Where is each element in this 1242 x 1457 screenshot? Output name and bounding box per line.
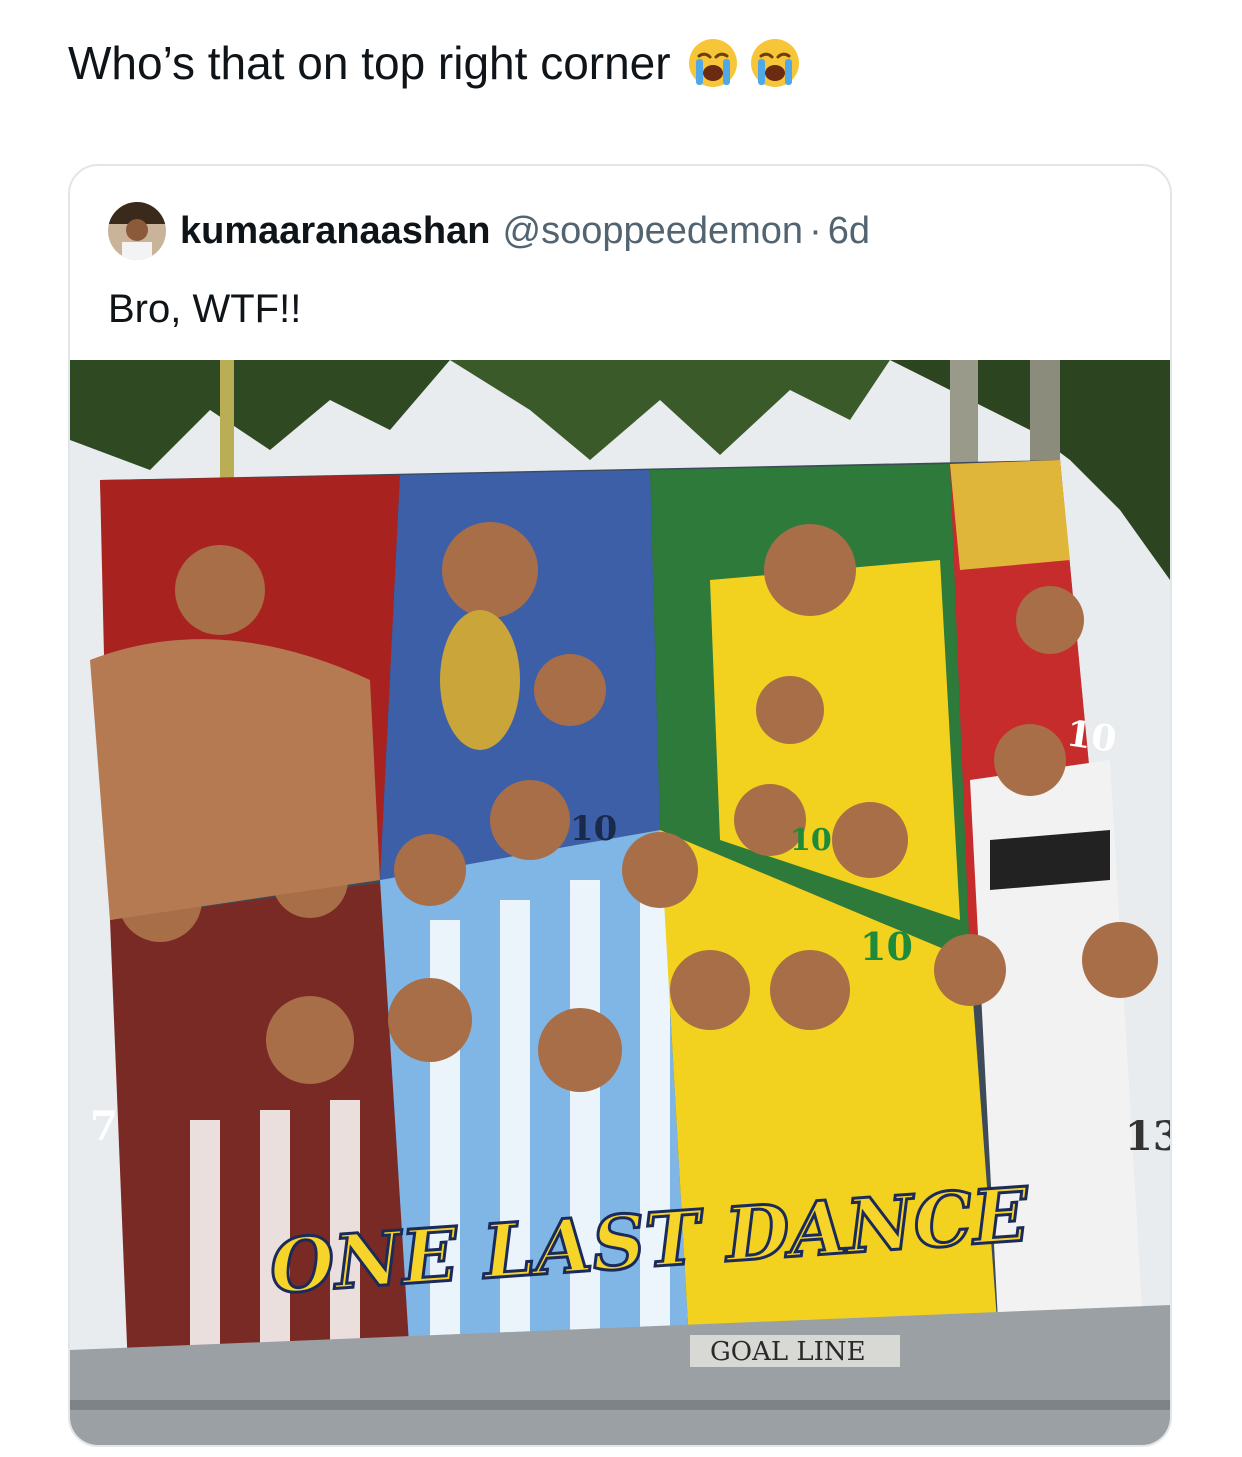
tweet-photo[interactable]: 10 10 10 10 7 13 ONE LAST DANCE GOAL LIN… [70,360,1170,1445]
post-text-line: Who’s that on top right corner [68,30,801,96]
jersey-number-2: 10 [570,809,617,849]
billboard: 10 10 10 10 7 13 ONE LAST DANCE [90,460,1170,1420]
jersey-number-3: 10 [790,823,832,858]
jersey-number-6: 13 [1125,1113,1170,1160]
quoted-tweet-card[interactable]: kumaaranaashan @sooppeedemon · 6d Bro, W… [68,164,1172,1447]
avatar[interactable] [108,202,166,260]
separator-dot: · [809,209,822,252]
jersey-number-4: 10 [860,924,913,969]
jersey-number-1: 10 [1064,712,1119,761]
jersey-number-5: 7 [90,1103,118,1150]
display-name[interactable]: kumaaranaashan [180,210,491,253]
quoted-tweet-text: Bro, WTF!! [108,287,302,331]
post-text: Who’s that on top right corner [68,37,671,89]
timestamp[interactable]: 6d [828,210,870,253]
quoted-tweet-header: kumaaranaashan @sooppeedemon · 6d [108,202,870,260]
user-handle[interactable]: @sooppeedemon [503,210,804,253]
billboard-footer-text: GOAL LINE [710,1337,866,1367]
billboard-photo: 10 10 10 10 7 13 ONE LAST DANCE GOAL LIN… [70,360,1170,1445]
loudly-crying-face-icon [750,39,799,87]
loudly-crying-face-icon [688,39,737,87]
